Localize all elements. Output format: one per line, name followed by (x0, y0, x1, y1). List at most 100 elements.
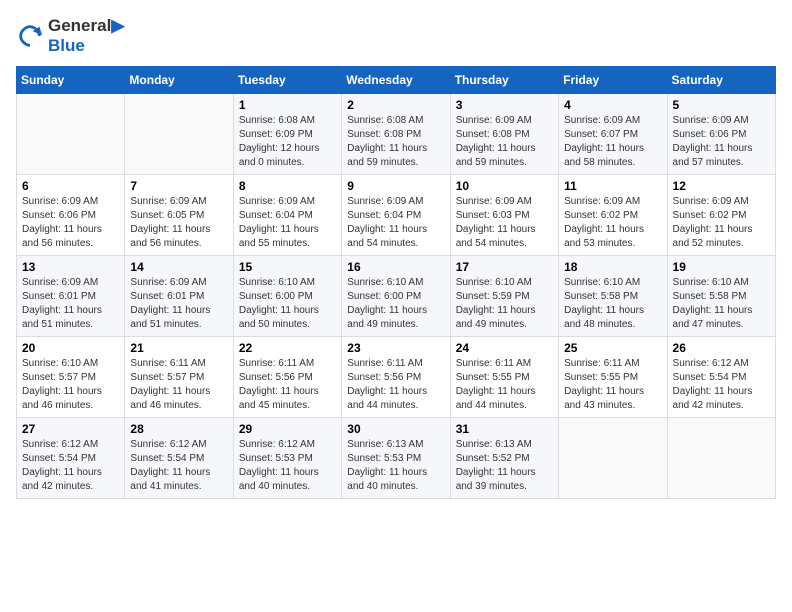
day-number: 9 (347, 179, 444, 193)
day-number: 22 (239, 341, 336, 355)
calendar-week-4: 20 Sunrise: 6:10 AM Sunset: 5:57 PM Dayli… (17, 337, 776, 418)
calendar-body: 1Sunrise: 6:08 AM Sunset: 6:09 PM Daylig… (17, 94, 776, 499)
day-info: Sunrise: 6:12 AM Sunset: 5:54 PM Dayligh… (22, 438, 119, 494)
day-number: 7 (130, 179, 227, 193)
day-info: Sunrise: 6:10 AM Sunset: 5:58 PM Dayligh… (673, 276, 770, 332)
day-number: 20 (22, 341, 119, 355)
logo-icon (16, 22, 44, 50)
day-info: Sunrise: 6:12 AM Sunset: 5:54 PM Dayligh… (673, 357, 770, 413)
day-info: Sunrise: 6:11 AM Sunset: 5:56 PM Dayligh… (347, 357, 444, 413)
day-number: 6 (22, 179, 119, 193)
day-number: 11 (564, 179, 661, 193)
calendar-cell: 16Sunrise: 6:10 AM Sunset: 6:00 PM Dayli… (342, 256, 450, 337)
day-number: 15 (239, 260, 336, 274)
weekday-saturday: Saturday (667, 67, 775, 94)
day-number: 25 (564, 341, 661, 355)
day-info: Sunrise: 6:09 AM Sunset: 6:01 PM Dayligh… (22, 276, 119, 332)
day-number: 12 (673, 179, 770, 193)
calendar-cell: 1Sunrise: 6:08 AM Sunset: 6:09 PM Daylig… (233, 94, 341, 175)
day-number: 23 (347, 341, 444, 355)
day-number: 16 (347, 260, 444, 274)
weekday-header-row: SundayMondayTuesdayWednesdayThursdayFrid… (17, 67, 776, 94)
day-info: Sunrise: 6:09 AM Sunset: 6:02 PM Dayligh… (564, 195, 661, 251)
calendar-cell: 26 Sunrise: 6:12 AM Sunset: 5:54 PM Dayli… (667, 337, 775, 418)
calendar-week-5: 27 Sunrise: 6:12 AM Sunset: 5:54 PM Dayli… (17, 418, 776, 499)
calendar-cell: 13 Sunrise: 6:09 AM Sunset: 6:01 PM Dayli… (17, 256, 125, 337)
day-info: Sunrise: 6:08 AM Sunset: 6:08 PM Dayligh… (347, 114, 444, 170)
day-number: 5 (673, 98, 770, 112)
calendar-cell: 27 Sunrise: 6:12 AM Sunset: 5:54 PM Dayli… (17, 418, 125, 499)
weekday-wednesday: Wednesday (342, 67, 450, 94)
day-info: Sunrise: 6:10 AM Sunset: 5:58 PM Dayligh… (564, 276, 661, 332)
day-info: Sunrise: 6:11 AM Sunset: 5:55 PM Dayligh… (564, 357, 661, 413)
day-info: Sunrise: 6:10 AM Sunset: 6:00 PM Dayligh… (239, 276, 336, 332)
day-info: Sunrise: 6:11 AM Sunset: 5:55 PM Dayligh… (456, 357, 553, 413)
logo: General▶ Blue (16, 16, 124, 56)
calendar-cell: 14 Sunrise: 6:09 AM Sunset: 6:01 PM Dayli… (125, 256, 233, 337)
day-info: Sunrise: 6:11 AM Sunset: 5:57 PM Dayligh… (130, 357, 227, 413)
calendar-cell: 9 Sunrise: 6:09 AM Sunset: 6:04 PM Daylig… (342, 175, 450, 256)
day-number: 27 (22, 422, 119, 436)
logo-text: General▶ Blue (48, 16, 124, 56)
calendar-cell: 3 Sunrise: 6:09 AM Sunset: 6:08 PM Daylig… (450, 94, 558, 175)
weekday-friday: Friday (559, 67, 667, 94)
day-number: 21 (130, 341, 227, 355)
day-info: Sunrise: 6:11 AM Sunset: 5:56 PM Dayligh… (239, 357, 336, 413)
calendar-cell: 30 Sunrise: 6:13 AM Sunset: 5:53 PM Dayli… (342, 418, 450, 499)
day-number: 24 (456, 341, 553, 355)
calendar-cell (125, 94, 233, 175)
calendar-cell: 25 Sunrise: 6:11 AM Sunset: 5:55 PM Dayli… (559, 337, 667, 418)
calendar-table: SundayMondayTuesdayWednesdayThursdayFrid… (16, 66, 776, 499)
day-number: 19 (673, 260, 770, 274)
day-number: 2 (347, 98, 444, 112)
day-number: 8 (239, 179, 336, 193)
calendar-cell: 10Sunrise: 6:09 AM Sunset: 6:03 PM Dayli… (450, 175, 558, 256)
day-info: Sunrise: 6:09 AM Sunset: 6:01 PM Dayligh… (130, 276, 227, 332)
calendar-cell (667, 418, 775, 499)
day-info: Sunrise: 6:09 AM Sunset: 6:04 PM Dayligh… (239, 195, 336, 251)
day-number: 4 (564, 98, 661, 112)
day-number: 18 (564, 260, 661, 274)
day-info: Sunrise: 6:12 AM Sunset: 5:53 PM Dayligh… (239, 438, 336, 494)
day-info: Sunrise: 6:12 AM Sunset: 5:54 PM Dayligh… (130, 438, 227, 494)
calendar-cell: 15 Sunrise: 6:10 AM Sunset: 6:00 PM Dayli… (233, 256, 341, 337)
day-number: 30 (347, 422, 444, 436)
day-number: 3 (456, 98, 553, 112)
calendar-cell: 31Sunrise: 6:13 AM Sunset: 5:52 PM Dayli… (450, 418, 558, 499)
calendar-cell: 22 Sunrise: 6:11 AM Sunset: 5:56 PM Dayli… (233, 337, 341, 418)
calendar-cell: 19 Sunrise: 6:10 AM Sunset: 5:58 PM Dayli… (667, 256, 775, 337)
day-number: 10 (456, 179, 553, 193)
day-number: 31 (456, 422, 553, 436)
day-info: Sunrise: 6:10 AM Sunset: 5:59 PM Dayligh… (456, 276, 553, 332)
calendar-cell: 7 Sunrise: 6:09 AM Sunset: 6:05 PM Daylig… (125, 175, 233, 256)
weekday-monday: Monday (125, 67, 233, 94)
calendar-cell: 4 Sunrise: 6:09 AM Sunset: 6:07 PM Daylig… (559, 94, 667, 175)
day-info: Sunrise: 6:10 AM Sunset: 5:57 PM Dayligh… (22, 357, 119, 413)
calendar-cell: 24 Sunrise: 6:11 AM Sunset: 5:55 PM Dayli… (450, 337, 558, 418)
day-info: Sunrise: 6:09 AM Sunset: 6:07 PM Dayligh… (564, 114, 661, 170)
day-number: 26 (673, 341, 770, 355)
calendar-week-2: 6Sunrise: 6:09 AM Sunset: 6:06 PM Daylig… (17, 175, 776, 256)
calendar-cell: 5Sunrise: 6:09 AM Sunset: 6:06 PM Daylig… (667, 94, 775, 175)
calendar-cell: 20 Sunrise: 6:10 AM Sunset: 5:57 PM Dayli… (17, 337, 125, 418)
page-header: General▶ Blue (16, 16, 776, 56)
day-number: 14 (130, 260, 227, 274)
day-number: 13 (22, 260, 119, 274)
day-info: Sunrise: 6:09 AM Sunset: 6:05 PM Dayligh… (130, 195, 227, 251)
calendar-cell: 18 Sunrise: 6:10 AM Sunset: 5:58 PM Dayli… (559, 256, 667, 337)
day-number: 17 (456, 260, 553, 274)
calendar-cell (17, 94, 125, 175)
calendar-cell: 17 Sunrise: 6:10 AM Sunset: 5:59 PM Dayli… (450, 256, 558, 337)
day-number: 1 (239, 98, 336, 112)
calendar-week-3: 13 Sunrise: 6:09 AM Sunset: 6:01 PM Dayli… (17, 256, 776, 337)
calendar-cell: 11 Sunrise: 6:09 AM Sunset: 6:02 PM Dayli… (559, 175, 667, 256)
day-info: Sunrise: 6:09 AM Sunset: 6:04 PM Dayligh… (347, 195, 444, 251)
calendar-cell: 23 Sunrise: 6:11 AM Sunset: 5:56 PM Dayli… (342, 337, 450, 418)
weekday-sunday: Sunday (17, 67, 125, 94)
calendar-cell: 2 Sunrise: 6:08 AM Sunset: 6:08 PM Daylig… (342, 94, 450, 175)
calendar-cell: 12 Sunrise: 6:09 AM Sunset: 6:02 PM Dayli… (667, 175, 775, 256)
calendar-cell: 21 Sunrise: 6:11 AM Sunset: 5:57 PM Dayli… (125, 337, 233, 418)
day-info: Sunrise: 6:09 AM Sunset: 6:02 PM Dayligh… (673, 195, 770, 251)
day-info: Sunrise: 6:09 AM Sunset: 6:08 PM Dayligh… (456, 114, 553, 170)
day-info: Sunrise: 6:13 AM Sunset: 5:53 PM Dayligh… (347, 438, 444, 494)
